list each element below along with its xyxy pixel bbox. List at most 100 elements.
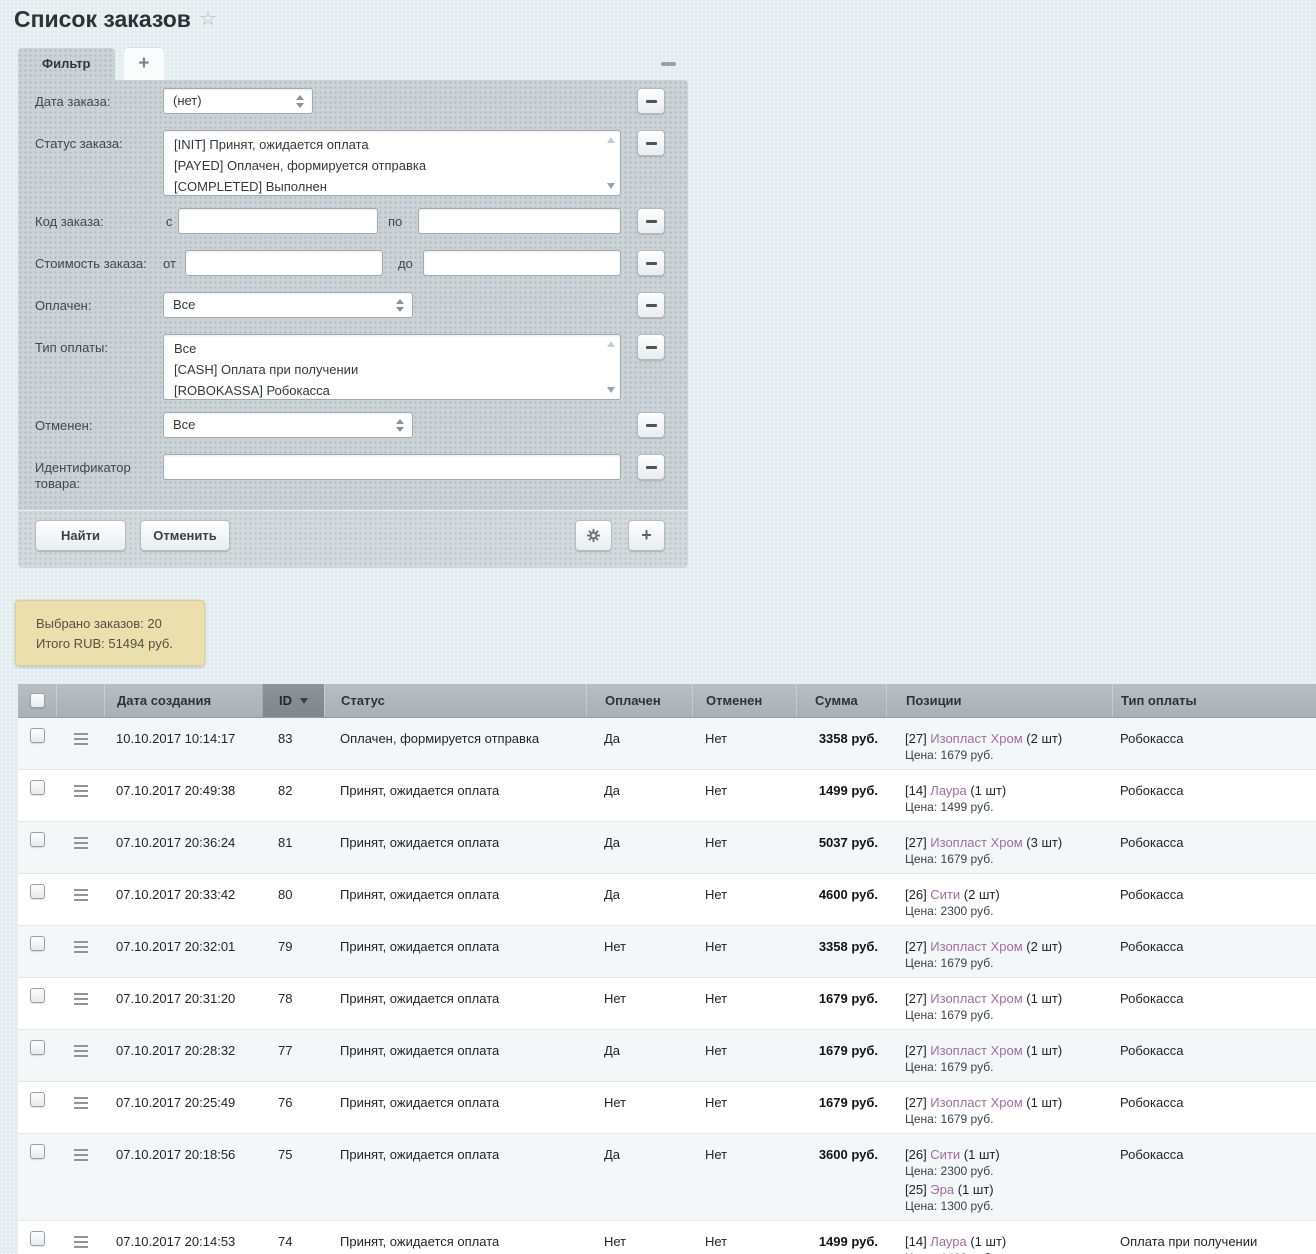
order-status-listbox[interactable]: [INIT] Принят, ожидается оплата [PAYED] …: [163, 130, 621, 196]
scroll-down-icon[interactable]: [607, 387, 615, 393]
order-cost-to-input[interactable]: [423, 250, 621, 276]
search-button[interactable]: Найти: [35, 520, 126, 551]
product-link[interactable]: Изопласт Хром: [930, 1095, 1022, 1110]
row-menu-icon[interactable]: [74, 889, 88, 901]
table-row[interactable]: 07.10.2017 20:14:53 74 Принят, ожидается…: [18, 1220, 1316, 1254]
column-header-payment[interactable]: Тип оплаты: [1112, 684, 1316, 717]
remove-status-filter-button[interactable]: [637, 130, 665, 156]
row-menu-icon[interactable]: [74, 1236, 88, 1248]
scroll-down-icon[interactable]: [607, 183, 615, 189]
column-header-cancelled[interactable]: Отменен: [692, 684, 796, 717]
cancelled-select[interactable]: Все: [163, 412, 413, 438]
position-item: [27] Изопласт Хром (2 шт)Цена: 1679 руб.: [905, 730, 1112, 763]
status-option[interactable]: [COMPLETED] Выполнен: [174, 176, 610, 196]
table-row[interactable]: 07.10.2017 20:25:49 76 Принят, ожидается…: [18, 1081, 1316, 1133]
column-header-date[interactable]: Дата создания: [104, 684, 262, 717]
row-checkbox[interactable]: [30, 1231, 45, 1246]
column-header-paid[interactable]: Оплачен: [586, 684, 692, 717]
remove-cost-filter-button[interactable]: [637, 250, 665, 276]
row-checkbox[interactable]: [30, 1092, 45, 1107]
scroll-up-icon[interactable]: [607, 341, 615, 347]
table-row[interactable]: 07.10.2017 20:18:56 75 Принят, ожидается…: [18, 1133, 1316, 1220]
column-header-sum[interactable]: Сумма: [796, 684, 886, 717]
row-checkbox[interactable]: [30, 884, 45, 899]
order-date-select[interactable]: (нет): [163, 88, 313, 114]
row-menu-icon[interactable]: [74, 993, 88, 1005]
order-paid: Нет: [586, 926, 692, 973]
product-link[interactable]: Лаура: [930, 783, 966, 798]
order-created-date: 07.10.2017 20:14:53: [104, 1221, 262, 1254]
tab-filter[interactable]: Фильтр: [18, 48, 115, 80]
order-created-date: 07.10.2017 20:49:38: [104, 770, 262, 817]
product-link[interactable]: Эра: [930, 1182, 954, 1197]
table-row[interactable]: 07.10.2017 20:33:42 80 Принят, ожидается…: [18, 873, 1316, 925]
scroll-up-icon[interactable]: [607, 137, 615, 143]
order-code-from-input[interactable]: [178, 208, 378, 234]
remove-date-filter-button[interactable]: [637, 88, 665, 114]
product-link[interactable]: Сити: [930, 887, 960, 902]
status-option[interactable]: [PAYED] Оплачен, формируется отправка: [174, 155, 610, 176]
column-header-status[interactable]: Статус: [324, 684, 586, 717]
select-arrows-icon: [396, 299, 404, 312]
table-row[interactable]: 07.10.2017 20:49:38 82 Принят, ожидается…: [18, 769, 1316, 821]
cancel-button[interactable]: Отменить: [140, 520, 230, 551]
product-link[interactable]: Лаура: [930, 1234, 966, 1249]
select-all-checkbox[interactable]: [30, 693, 45, 708]
column-header-id[interactable]: ID: [262, 684, 324, 717]
row-checkbox-cell: [18, 926, 56, 973]
row-menu-icon[interactable]: [74, 785, 88, 797]
table-row[interactable]: 10.10.2017 10:14:17 83 Оплачен, формируе…: [18, 718, 1316, 769]
order-sum: 1679 руб.: [796, 1030, 886, 1077]
paid-select[interactable]: Все: [163, 292, 413, 318]
position-price: Цена: 1679 руб.: [905, 1060, 1112, 1075]
order-code-to-input[interactable]: [418, 208, 621, 234]
remove-paid-filter-button[interactable]: [637, 292, 665, 318]
collapse-filter-icon[interactable]: [661, 62, 676, 66]
filter-label: Идентификатор товара:: [35, 460, 155, 492]
product-id-input[interactable]: [163, 454, 621, 480]
row-menu-icon[interactable]: [74, 1097, 88, 1109]
row-menu-icon[interactable]: [74, 733, 88, 745]
row-checkbox[interactable]: [30, 936, 45, 951]
row-checkbox[interactable]: [30, 1144, 45, 1159]
row-menu-icon[interactable]: [74, 941, 88, 953]
summary-total: Итого RUB: 51494 руб.: [36, 634, 204, 654]
product-code: [14]: [905, 783, 930, 798]
payment-type-option[interactable]: [ROBOKASSA] Робокасса: [174, 380, 610, 400]
table-row[interactable]: 07.10.2017 20:36:24 81 Принят, ожидается…: [18, 821, 1316, 873]
payment-type-listbox[interactable]: Все [CASH] Оплата при получении [ROBOKAS…: [163, 334, 621, 400]
order-status: Принят, ожидается оплата: [324, 1082, 586, 1129]
add-filter-button[interactable]: +: [628, 520, 665, 551]
row-checkbox[interactable]: [30, 780, 45, 795]
table-row[interactable]: 07.10.2017 20:28:32 77 Принят, ожидается…: [18, 1029, 1316, 1081]
row-menu-icon[interactable]: [74, 1149, 88, 1161]
settings-button[interactable]: [575, 520, 612, 551]
status-option[interactable]: [INIT] Принят, ожидается оплата: [174, 134, 610, 155]
product-link[interactable]: Изопласт Хром: [930, 991, 1022, 1006]
remove-code-filter-button[interactable]: [637, 208, 665, 234]
payment-type-option[interactable]: [CASH] Оплата при получении: [174, 359, 610, 380]
row-checkbox[interactable]: [30, 728, 45, 743]
favorite-star-icon[interactable]: ☆: [199, 8, 217, 30]
product-link[interactable]: Изопласт Хром: [930, 731, 1022, 746]
table-row[interactable]: 07.10.2017 20:31:20 78 Принят, ожидается…: [18, 977, 1316, 1029]
table-row[interactable]: 07.10.2017 20:32:01 79 Принят, ожидается…: [18, 925, 1316, 977]
column-header-positions[interactable]: Позиции: [886, 684, 1112, 717]
row-menu-icon[interactable]: [74, 837, 88, 849]
payment-type-option[interactable]: Все: [174, 338, 610, 359]
remove-product-id-filter-button[interactable]: [637, 454, 665, 480]
row-menu-icon[interactable]: [74, 1045, 88, 1057]
row-checkbox[interactable]: [30, 988, 45, 1003]
remove-cancelled-filter-button[interactable]: [637, 412, 665, 438]
product-link[interactable]: Сити: [930, 1147, 960, 1162]
row-checkbox[interactable]: [30, 1040, 45, 1055]
product-link[interactable]: Изопласт Хром: [930, 939, 1022, 954]
row-checkbox[interactable]: [30, 832, 45, 847]
product-link[interactable]: Изопласт Хром: [930, 835, 1022, 850]
add-filter-tab[interactable]: +: [124, 48, 164, 80]
page-title-text: Список заказов: [14, 6, 191, 32]
remove-payment-type-filter-button[interactable]: [637, 334, 665, 360]
order-sum: 3600 руб.: [796, 1134, 886, 1216]
product-link[interactable]: Изопласт Хром: [930, 1043, 1022, 1058]
order-cost-from-input[interactable]: [185, 250, 383, 276]
